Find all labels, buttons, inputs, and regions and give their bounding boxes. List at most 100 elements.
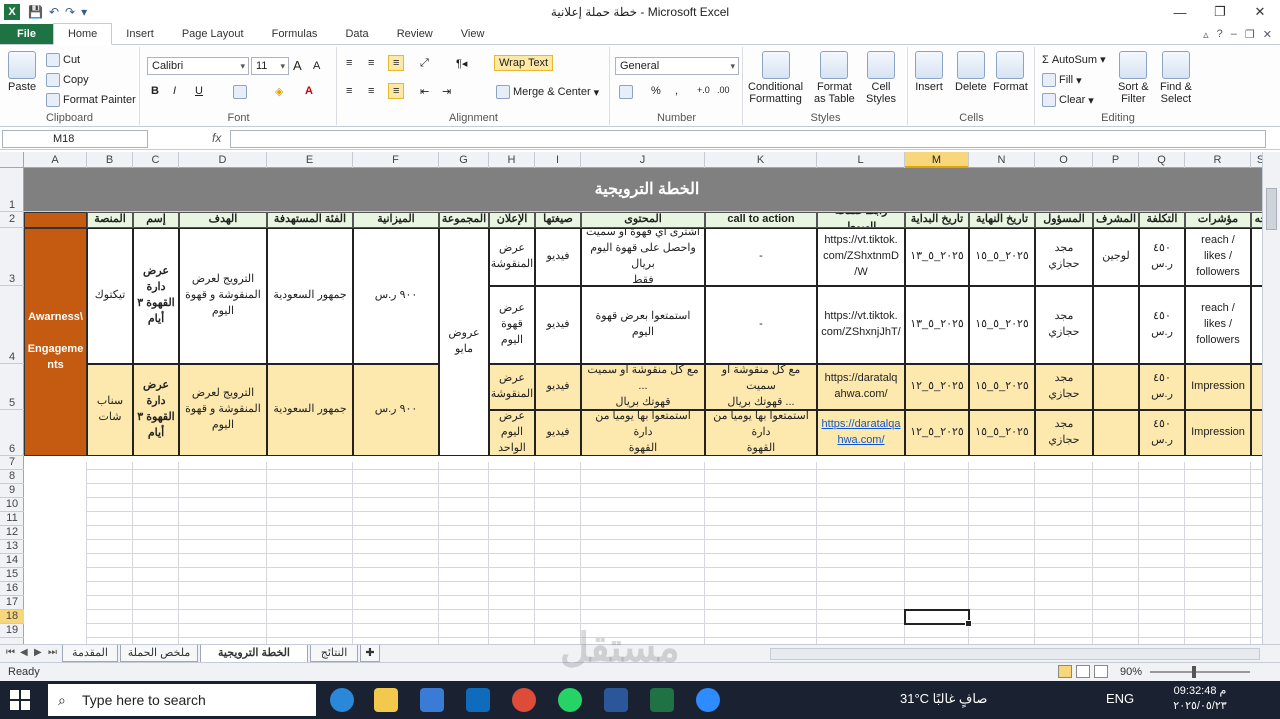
undo-icon[interactable]: ↶ [49,5,59,19]
end-date-cell[interactable]: ٢٠٢٥_٥_١٥ [969,364,1035,410]
kpi-cell[interactable]: reach / likes / followers [1185,286,1251,364]
column-header[interactable]: H [489,152,535,168]
column-header[interactable]: F [353,152,439,168]
grow-font-button[interactable]: A [293,58,302,73]
kpi-cell[interactable]: Impression [1185,410,1251,456]
row-header[interactable]: 17 [0,596,24,610]
goal-cell[interactable]: الترويج لعرض المنقوشة و قهوة اليوم [179,364,267,456]
header-goal[interactable]: الهدف [179,212,267,228]
owner-cell[interactable]: مجد حجازي [1035,286,1093,364]
formula-input[interactable] [230,130,1266,148]
header-audience[interactable]: الفئة المستهدفة [267,212,353,228]
supervisor-cell[interactable] [1093,410,1139,456]
header-start-date[interactable]: تاريخ البداية [905,212,969,228]
start-date-cell[interactable]: ٢٠٢٥_٥_١٣ [905,228,969,286]
row-header[interactable]: 2 [0,212,24,228]
tab-file[interactable]: File [0,24,53,44]
kpi-cell[interactable]: reach / likes / followers [1185,228,1251,286]
ad-name-cell[interactable]: عرض قهوة اليوم [489,286,535,364]
wrap-text-button[interactable]: Wrap Text [494,55,554,71]
owner-cell[interactable]: مجد حجازي [1035,410,1093,456]
font-size-select[interactable]: 11 [251,57,289,75]
column-header[interactable]: S [1251,152,1262,168]
zoom-slider[interactable] [1150,671,1250,673]
insert-function-icon[interactable]: fx [212,131,221,145]
next-sheet-icon[interactable]: ▶ [34,647,42,658]
excel-taskbar-icon[interactable] [650,688,674,712]
cta-cell[interactable]: استمتعوا بها يوميا من دارة القهوة [705,410,817,456]
campaign-name-cell[interactable]: عرض دارة القهوة ٣ أيام [133,228,179,364]
increase-decimal-icon[interactable]: +.0 [697,85,710,95]
merge-center-button[interactable]: Merge & Center ▾ [496,85,599,99]
decrease-indent-icon[interactable]: ⇤ [420,85,429,98]
help-icon[interactable]: ? [1217,28,1223,40]
prev-sheet-icon[interactable]: ◀ [20,647,28,658]
align-center-icon[interactable]: ≡ [368,85,374,97]
row-header[interactable]: 4 [0,286,24,364]
scrollbar-thumb[interactable] [1266,188,1277,230]
delete-cells-button[interactable]: Delete [955,51,987,93]
row-header[interactable]: 11 [0,512,24,526]
start-date-cell[interactable]: ٢٠٢٥_٥_١٢ [905,364,969,410]
taskbar-clock[interactable]: 09:32:48 م ٢٠٢٥/٠٥/٢٣ [1165,684,1235,714]
cell-styles-button[interactable]: Cell Styles [866,51,896,105]
customize-qat-icon[interactable]: ▾ [81,5,87,19]
budget-cell[interactable]: ٩٠٠ ر.س [353,228,439,364]
row-header[interactable]: 12 [0,526,24,540]
tab-home[interactable]: Home [52,23,113,45]
landing-link-cell[interactable]: https://vt.tiktok. com/ZShxtnmD /W [817,228,905,286]
word-icon[interactable] [604,688,628,712]
column-header[interactable]: D [179,152,267,168]
audience-cell[interactable]: جمهور السعودية [267,228,353,364]
ad-content-cell[interactable]: مع كل منقوشة أو سميت ... قهوتك بريال [581,364,705,410]
platform-cell[interactable]: تيكتوك [87,228,133,364]
ad-format-cell[interactable]: فيديو [535,410,581,456]
ad-format-cell[interactable]: فيديو [535,364,581,410]
header-ad[interactable]: الإعلان [489,212,535,228]
row-header[interactable]: 8 [0,470,24,484]
owner-cell[interactable]: مجد حجازي [1035,228,1093,286]
italic-button[interactable]: I [173,85,176,97]
underline-button[interactable]: U [195,85,203,97]
header-owner[interactable]: المسؤول [1035,212,1093,228]
header-group[interactable]: المجموعة [439,212,489,228]
ad-format-cell[interactable]: فيديو [535,286,581,364]
cta-cell[interactable]: - [705,228,817,286]
last-sheet-icon[interactable]: ⏭ [48,647,57,658]
horizontal-scrollbar[interactable] [770,648,1260,660]
supervisor-cell[interactable] [1093,286,1139,364]
decrease-decimal-icon[interactable]: .00 [717,85,730,95]
cost-cell[interactable]: ٤٥٠ ر.س [1139,410,1185,456]
language-indicator[interactable]: ENG [1106,691,1134,706]
number-format-select[interactable]: General [615,57,739,75]
column-header[interactable]: L [817,152,905,168]
outlook-icon[interactable] [466,688,490,712]
select-all-corner[interactable] [0,152,24,168]
header-budget[interactable]: الميزانية [353,212,439,228]
fill-button[interactable]: Fill ▾ [1042,73,1082,87]
whatsapp-icon[interactable] [558,688,582,712]
extra-cell[interactable] [1251,410,1262,456]
row-header[interactable]: 3 [0,228,24,286]
tab-review[interactable]: Review [383,24,447,44]
header-name[interactable]: إسم [133,212,179,228]
landing-link-cell[interactable]: https://daratalqa hwa.com/ [817,410,905,456]
tab-view[interactable]: View [447,24,499,44]
sort-filter-button[interactable]: Sort & Filter [1118,51,1149,105]
cta-cell[interactable]: مع كل منقوشة أو سميت ... قهوتك بريال [705,364,817,410]
supervisor-cell[interactable]: لوجين [1093,228,1139,286]
save-icon[interactable]: 💾 [28,5,43,19]
minimize-button[interactable]: — [1160,0,1200,24]
row-header[interactable]: 16 [0,582,24,596]
end-date-cell[interactable]: ٢٠٢٥_٥_١٥ [969,228,1035,286]
minimize-ribbon-icon[interactable]: ▵ [1203,28,1209,41]
column-header[interactable]: C [133,152,179,168]
sheet-banner-title[interactable]: الخطة الترويجية [24,168,1262,212]
column-header[interactable]: P [1093,152,1139,168]
header-supervisor[interactable]: المشرف [1093,212,1139,228]
bold-button[interactable]: B [151,85,159,97]
rtl-direction-icon[interactable]: ¶◂ [456,57,467,70]
chrome-icon[interactable] [512,688,536,712]
percent-button[interactable]: % [651,85,661,97]
row-header[interactable]: 7 [0,456,24,470]
